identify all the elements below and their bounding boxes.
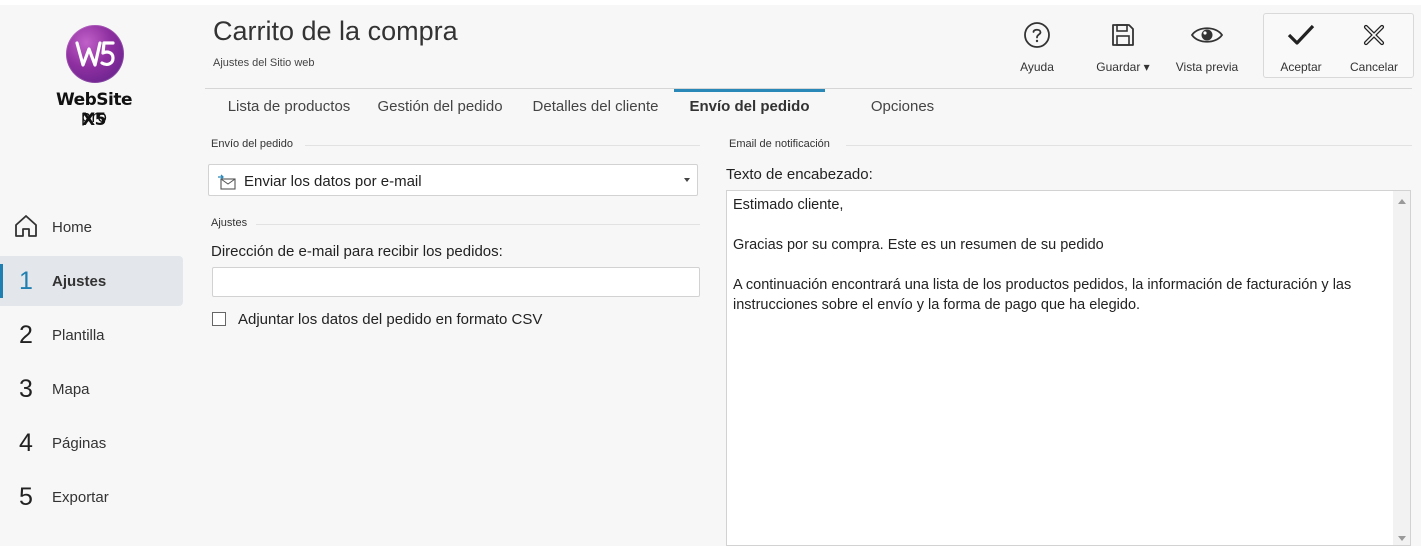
save-icon	[1083, 20, 1163, 50]
scroll-up-icon[interactable]	[1398, 199, 1406, 204]
accept-label: Aceptar	[1280, 60, 1322, 74]
home-icon	[0, 209, 52, 246]
step-number: 2	[19, 320, 33, 349]
sidebar-item-paginas[interactable]: 4 Páginas	[0, 418, 183, 468]
csv-checkbox-label[interactable]: Adjuntar los datos del pedido en formato…	[238, 311, 542, 328]
sidebar-nav: Home 1 Ajustes 2 Plantilla 3 Mapa 4 Pági…	[0, 202, 195, 526]
send-method-value: Enviar los datos por e-mail	[244, 173, 422, 190]
sidebar-item-exportar[interactable]: 5 Exportar	[0, 472, 183, 522]
sidebar-item-label: Mapa	[52, 380, 90, 398]
textarea-scrollbar[interactable]	[1393, 191, 1410, 545]
sidebar-item-home[interactable]: Home	[0, 202, 183, 252]
send-method-dropdown[interactable]: Enviar los datos por e-mail	[208, 164, 698, 196]
help-icon	[997, 20, 1077, 50]
sidebar-item-label: Ajustes	[52, 272, 107, 290]
email-field-label: Dirección de e-mail para recibir los ped…	[211, 243, 503, 260]
step-number: 3	[19, 374, 33, 403]
help-button[interactable]: Ayuda	[997, 20, 1077, 74]
preview-button[interactable]: Vista previa	[1167, 20, 1247, 74]
section-title-email: Email de notificación	[729, 138, 830, 150]
section-divider	[305, 145, 700, 146]
sidebar-item-label: Exportar	[52, 488, 109, 506]
section-title-envio: Envío del pedido	[211, 138, 293, 150]
csv-checkbox[interactable]	[212, 312, 226, 326]
email-send-icon	[217, 173, 237, 196]
section-divider	[256, 224, 700, 225]
header-text-area[interactable]: Estimado cliente, Gracias por su compra.…	[726, 190, 1411, 546]
close-icon	[1334, 20, 1414, 50]
cancel-label: Cancelar	[1349, 60, 1399, 74]
save-button[interactable]: Guardar ▾	[1083, 20, 1163, 74]
step-number: 4	[19, 428, 33, 457]
scroll-down-icon[interactable]	[1398, 536, 1406, 541]
email-field[interactable]	[212, 267, 700, 297]
sidebar-item-ajustes[interactable]: 1 Ajustes	[0, 256, 183, 306]
brand-logo: WebSite X5 pro	[44, 25, 154, 135]
sidebar-item-label: Home	[52, 218, 93, 236]
checkmark-icon	[1261, 20, 1341, 50]
page-subtitle: Ajustes del Sitio web	[213, 57, 315, 69]
save-label: Guardar ▾	[1096, 60, 1150, 74]
brand-edition: pro	[80, 107, 108, 126]
header-text-content: Estimado cliente, Gracias por su compra.…	[733, 197, 1352, 313]
sidebar-item-plantilla[interactable]: 2 Plantilla	[0, 310, 183, 360]
tab-lista-de-productos[interactable]: Lista de productos	[215, 89, 363, 123]
tab-detalles-del-cliente[interactable]: Detalles del cliente	[523, 89, 668, 123]
header-text-label: Texto de encabezado:	[726, 166, 873, 183]
help-label: Ayuda	[1020, 60, 1054, 74]
sidebar-item-label: Páginas	[52, 434, 107, 452]
cancel-button[interactable]: Cancelar	[1334, 20, 1414, 74]
sidebar: WebSite X5 pro Home 1 Ajustes 2 Plantill…	[0, 5, 195, 546]
page-title: Carrito de la compra	[213, 16, 458, 46]
step-number: 1	[19, 266, 33, 295]
sidebar-item-mapa[interactable]: 3 Mapa	[0, 364, 183, 414]
tab-opciones[interactable]: Opciones	[855, 89, 950, 123]
tab-envio-del-pedido[interactable]: Envío del pedido	[674, 89, 825, 126]
step-number: 5	[19, 482, 33, 511]
chevron-down-icon	[684, 178, 690, 182]
sidebar-item-label: Plantilla	[52, 326, 105, 344]
w5-logo-icon	[66, 25, 124, 83]
eye-icon	[1167, 20, 1247, 50]
tab-gestion-del-pedido[interactable]: Gestión del pedido	[369, 89, 511, 123]
section-divider	[846, 145, 1412, 146]
accept-button[interactable]: Aceptar	[1261, 20, 1341, 74]
section-title-ajustes: Ajustes	[211, 217, 248, 229]
preview-label: Vista previa	[1175, 60, 1239, 74]
window-top-strip	[0, 0, 1421, 5]
